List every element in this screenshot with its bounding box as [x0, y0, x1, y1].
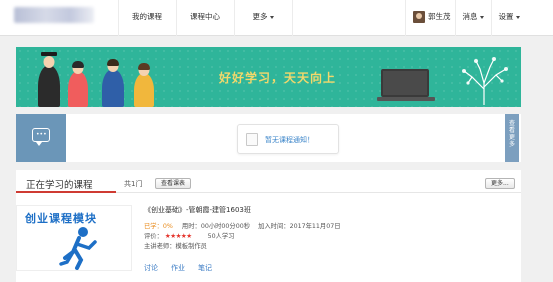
progress-value: 0% — [162, 223, 173, 230]
discussion-link[interactable]: 讨论 — [144, 263, 158, 273]
learning-courses-section: 正在学习的课程 共1门 查看课表 更多... 创业课程模块 《创业基础》-管朝霞… — [16, 170, 521, 282]
course-teacher-row: 主讲老师：模板制作员 — [144, 241, 207, 250]
laptop-icon — [377, 69, 435, 101]
top-navbar: 我的课程 课程中心 更多 郭生茂 消息 设置 — [0, 0, 553, 36]
section-accent-line — [16, 191, 116, 193]
nav-messages[interactable]: 消息 — [455, 0, 491, 36]
thumbnail-title: 创业课程模块 — [25, 212, 97, 225]
study-banner: 好好学习，天天向上 — [16, 47, 521, 107]
notes-link[interactable]: 笔记 — [198, 263, 212, 273]
nav-course-center-label: 课程中心 — [190, 12, 220, 21]
rating-stars: ★★★★★ — [165, 232, 192, 240]
reader-figure — [134, 63, 154, 107]
notice-icon-block: ••• — [16, 114, 66, 162]
user-avatar[interactable] — [413, 11, 425, 23]
chat-bubble-icon: ••• — [32, 128, 50, 146]
course-thumbnail[interactable]: 创业课程模块 — [16, 205, 132, 271]
chevron-down-icon — [269, 15, 274, 19]
star-icon: ★ — [186, 232, 192, 240]
banner-slogan: 好好学习，天天向上 — [219, 71, 337, 85]
chevron-down-icon — [515, 15, 520, 19]
notice-more-tab[interactable]: 查看更多 — [505, 114, 519, 162]
join-label: 加入时间： — [258, 223, 290, 230]
notice-message-box: 暂无课程通知！ — [237, 124, 339, 154]
course-rating-row: 评价： ★★★★★ 50人学习 — [144, 231, 234, 240]
learner-count: 50人学习 — [207, 233, 235, 240]
document-icon — [246, 133, 258, 146]
notice-text: 暂无课程通知！ — [265, 136, 314, 144]
graduate-figure — [38, 52, 60, 107]
runner-icon — [59, 227, 97, 270]
nav-more[interactable]: 更多 — [234, 0, 292, 36]
homework-link[interactable]: 作业 — [171, 263, 185, 273]
rating-label: 评价： — [144, 233, 163, 240]
figure-head — [43, 56, 55, 68]
site-logo[interactable] — [14, 7, 94, 23]
time-value: 00小时00分00秒 — [200, 223, 251, 230]
nav-divider — [292, 0, 293, 36]
nav-more-label: 更多 — [252, 12, 268, 21]
join-value: 2017年11月07日 — [289, 223, 341, 230]
teacher-name: 模板制作员 — [175, 243, 207, 250]
figure-hair — [138, 63, 150, 70]
progress-label: 已学： — [144, 223, 163, 230]
course-title-link[interactable]: 《创业基础》-管朝霞-建管1603班 — [144, 205, 251, 215]
nav-settings-label: 设置 — [498, 12, 514, 21]
more-courses-button[interactable]: 更多... — [485, 178, 515, 189]
nav-my-courses-label: 我的课程 — [132, 12, 162, 21]
course-notice-panel: ••• 暂无课程通知！ — [16, 114, 521, 162]
nav-course-center[interactable]: 课程中心 — [176, 0, 234, 36]
figure-hair — [107, 59, 119, 66]
tree-icon — [462, 57, 508, 105]
figure-hair — [72, 61, 84, 68]
nav-my-courses[interactable]: 我的课程 — [118, 0, 176, 36]
user-name: 郭生茂 — [428, 12, 451, 21]
girl-figure — [68, 61, 88, 107]
course-stats-row: 已学：0% 用时：00小时00分00秒 加入时间：2017年11月07日 — [144, 221, 341, 230]
chevron-down-icon — [479, 15, 484, 19]
teacher-label: 主讲老师： — [144, 243, 176, 250]
boy-figure — [102, 59, 124, 107]
section-title: 正在学习的课程 — [26, 180, 93, 191]
notice-more-label: 查看更多 — [508, 120, 515, 148]
time-label: 用时： — [181, 223, 201, 230]
course-count: 共1门 — [124, 180, 143, 188]
view-schedule-button[interactable]: 查看课表 — [155, 178, 192, 189]
nav-settings[interactable]: 设置 — [491, 0, 527, 36]
nav-messages-label: 消息 — [462, 12, 478, 21]
user-name-link[interactable]: 郭生茂 — [428, 0, 452, 36]
nav-divider — [405, 0, 406, 36]
